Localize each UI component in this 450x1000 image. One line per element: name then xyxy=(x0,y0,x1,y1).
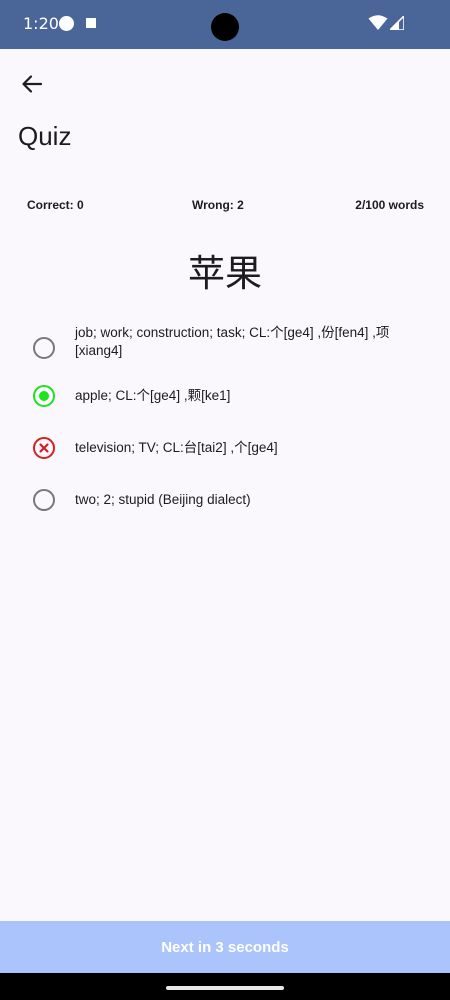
notification-dot-icon xyxy=(59,16,74,31)
arrow-left-icon xyxy=(22,75,43,93)
wrong-count: Wrong: 2 xyxy=(192,198,244,212)
answer-option-label: apple; CL:个[ge4] ,颗[ke1] xyxy=(75,388,231,403)
back-button[interactable] xyxy=(16,68,48,100)
cellular-signal-icon xyxy=(390,16,404,30)
radio-wrong-icon[interactable] xyxy=(32,436,56,460)
answer-option-2[interactable]: apple; CL:个[ge4] ,颗[ke1] xyxy=(0,384,450,408)
quiz-word: 苹果 xyxy=(188,252,262,295)
radio-correct-icon[interactable] xyxy=(32,384,56,408)
wifi-icon xyxy=(368,15,388,30)
navigation-bar xyxy=(0,973,450,1000)
page-title: Quiz xyxy=(18,121,72,151)
status-bar: 1:20 xyxy=(0,0,450,49)
radio-unselected-icon[interactable] xyxy=(32,336,56,360)
correct-count: Correct: 0 xyxy=(27,198,84,212)
notification-square-icon xyxy=(86,18,96,28)
answer-option-label: job; work; construction; task; CL:个[ge4]… xyxy=(75,325,390,358)
answer-option-4[interactable]: two; 2; stupid (Beijing dialect) xyxy=(0,488,450,512)
answer-option-label: television; TV; CL:台[tai2] ,个[ge4] xyxy=(75,440,278,455)
answer-option-label: two; 2; stupid (Beijing dialect) xyxy=(75,492,251,507)
camera-cutout xyxy=(211,13,239,41)
answer-option-1[interactable]: job; work; construction; task; CL:个[ge4]… xyxy=(0,324,450,370)
status-time: 1:20 xyxy=(23,14,59,33)
next-button[interactable]: Next in 3 seconds xyxy=(0,921,450,973)
answer-option-3[interactable]: television; TV; CL:台[tai2] ,个[ge4] xyxy=(0,436,450,460)
next-button-label: Next in 3 seconds xyxy=(161,938,289,956)
home-gesture-handle[interactable] xyxy=(166,986,284,990)
radio-unselected-icon[interactable] xyxy=(32,488,56,512)
progress-count: 2/100 words xyxy=(355,198,424,212)
